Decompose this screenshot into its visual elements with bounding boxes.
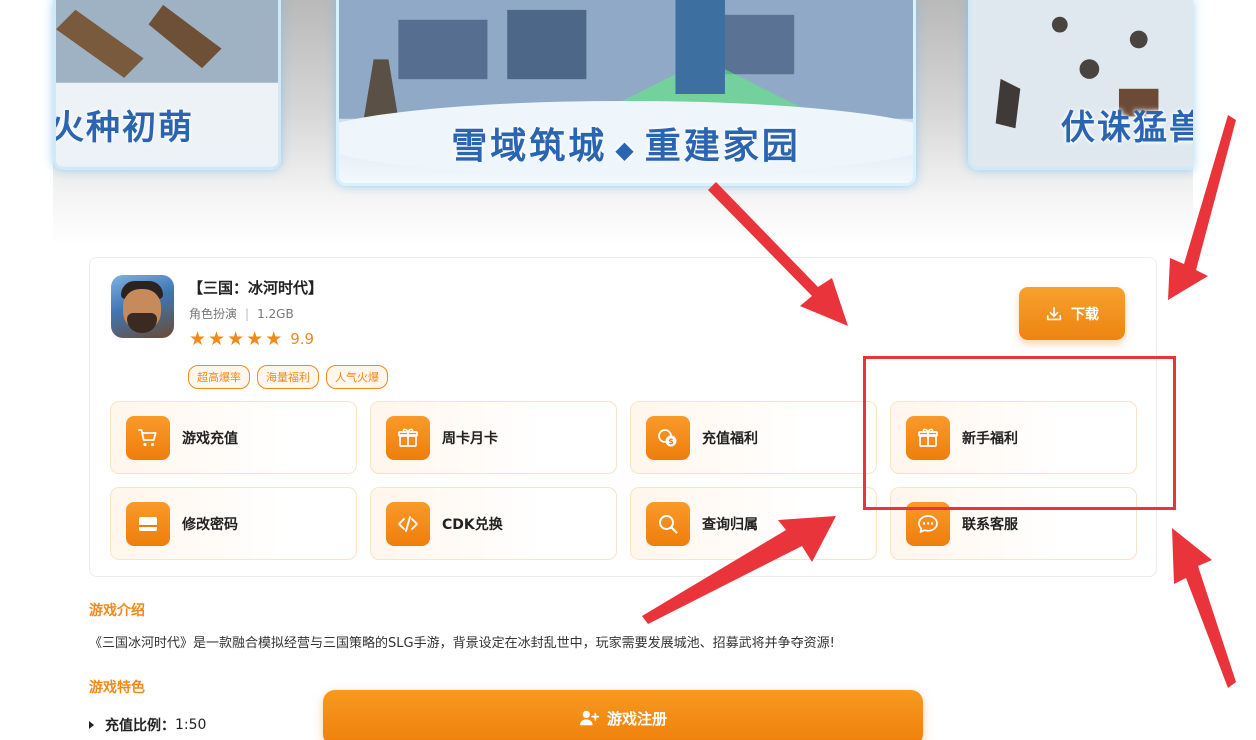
arrow-icon [1172,528,1236,688]
card-icon [126,501,170,546]
app-title: 【三国：冰河时代】 [188,279,324,297]
register-button[interactable]: 游戏注册 [323,690,923,740]
service-tile-weekly-monthly-card[interactable]: 周卡月卡 [370,401,617,474]
service-label: 周卡月卡 [442,430,498,447]
service-label: 游戏充值 [182,430,238,447]
intro-title: 游戏介绍 [89,603,145,619]
app-icon [111,275,174,338]
diamond-icon: ◆ [615,136,637,164]
service-tile-change-password[interactable]: 修改密码 [110,487,357,560]
star-icon: ★ [189,328,207,350]
tag-badge: 人气火爆 [326,365,388,389]
banner-slide-right[interactable]: 伏诛猛兽 [968,0,1193,170]
download-label: 下载 [1071,306,1099,323]
service-label: CDK兑换 [442,516,503,533]
service-tile-recharge[interactable]: 游戏充值 [110,401,357,474]
star-rating: ★ ★ ★ ★ ★ 9.9 [189,329,314,349]
meta-separator: | [245,307,250,321]
banner-caption-center-part1: 雪域筑城 [451,126,608,167]
service-label: 联系客服 [962,516,1018,533]
download-icon [1046,306,1062,320]
intro-text: 《三国冰河时代》是一款融合模拟经营与三国策略的SLG手游，背景设定在冰封乱世中，… [89,636,835,651]
star-icon: ★ [208,328,226,350]
code-icon [386,501,430,546]
star-icon: ★ [246,328,264,350]
app-genre: 角色扮演 [189,307,238,321]
service-tile-recharge-bonus[interactable]: $ 充值福利 [630,401,877,474]
cart-icon [126,415,170,460]
star-icon: ★ [227,328,245,350]
features-title: 游戏特色 [89,680,145,696]
banner-caption-right: 伏诛猛兽 [1061,108,1193,148]
page: 火种初萌 雪域筑城 ◆ 重建家园 伏诛猛兽 【三国：冰河时代】 角色扮演 | 1… [0,0,1256,740]
add-user-icon [579,710,599,726]
service-label: 充值福利 [702,430,758,447]
register-label: 游戏注册 [606,709,667,728]
service-label: 修改密码 [182,516,238,533]
star-icon: ★ [265,328,283,350]
feature-value: 1:50 [175,717,207,733]
svg-text:$: $ [668,437,674,446]
gift-icon [386,415,430,460]
tag-badge: 海量福利 [257,365,319,389]
banner-caption-center: 雪域筑城 ◆ 重建家园 [339,117,913,169]
app-size: 1.2GB [257,307,294,321]
app-icon-beard [127,313,157,333]
tag-list: 超高爆率 海量福利 人气火爆 [188,365,388,389]
feature-label: 充值比例： [105,718,175,734]
service-label: 查询归属 [702,516,758,533]
tag-badge: 超高爆率 [188,365,250,389]
feature-item: 充值比例： 1:50 [89,715,206,735]
app-meta: 角色扮演 | 1.2GB [189,305,294,322]
rating-score: 9.9 [290,330,315,348]
download-button[interactable]: 下载 [1019,287,1125,340]
search-icon [646,501,690,546]
coins-icon: $ [646,415,690,460]
bullet-icon [89,721,94,729]
banner-slide-left[interactable]: 火种初萌 [53,0,281,170]
banner-slide-center[interactable]: 雪域筑城 ◆ 重建家园 [336,0,916,186]
service-tile-cdk-redeem[interactable]: CDK兑换 [370,487,617,560]
service-tile-query-ownership[interactable]: 查询归属 [630,487,877,560]
banner-caption-left: 火种初萌 [53,108,194,148]
banner-caption-center-part2: 重建家园 [644,126,801,167]
highlight-box [863,356,1176,510]
